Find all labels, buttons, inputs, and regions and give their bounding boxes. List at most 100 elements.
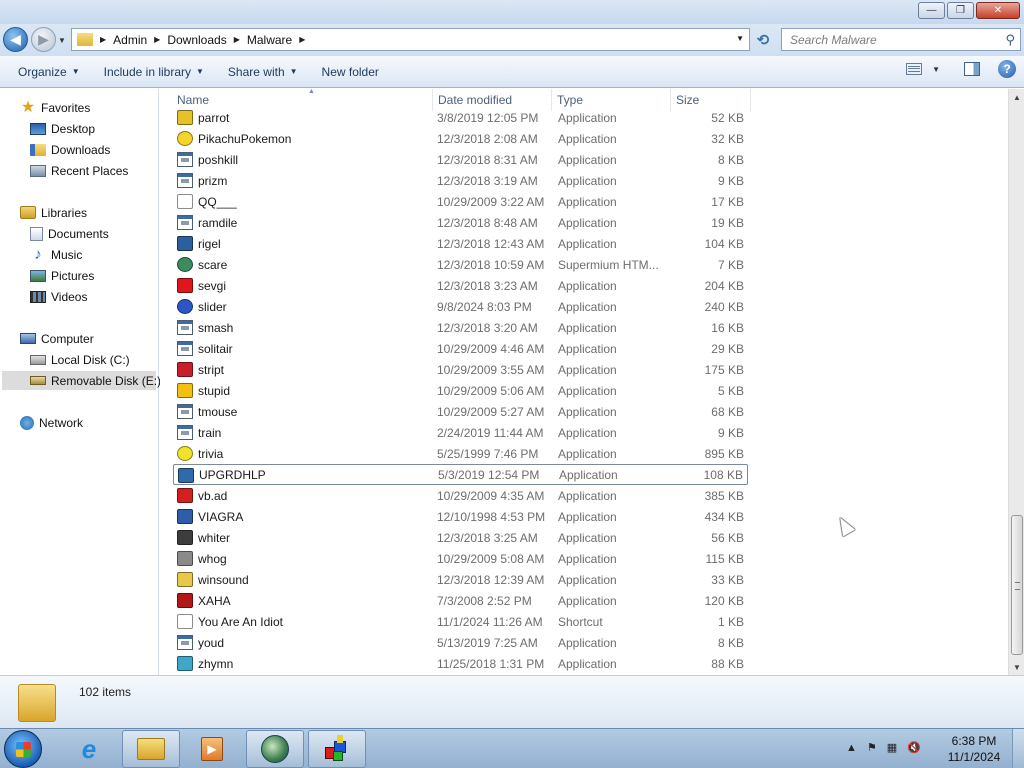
file-row[interactable]: whog 10/29/2009 5:08 AM Application 115 KB: [173, 548, 748, 569]
change-view-icon[interactable]: [906, 63, 923, 75]
nav-desktop[interactable]: Desktop: [30, 119, 95, 138]
taskbar-app[interactable]: [308, 730, 366, 768]
app-icon: [177, 320, 193, 335]
action-center-flag-icon[interactable]: ⚑: [867, 741, 877, 754]
file-size: 104 KB: [704, 236, 744, 251]
new-folder-button[interactable]: New folder: [314, 60, 387, 84]
taskbar-browser[interactable]: [246, 730, 304, 768]
file-name: zhymn: [198, 656, 234, 671]
address-dropdown[interactable]: ▼: [736, 34, 744, 43]
nav-videos[interactable]: Videos: [30, 287, 87, 306]
nav-removable-disk[interactable]: Removable Disk (E:): [2, 371, 161, 390]
file-date-modified: 2/24/2019 11:44 AM: [437, 425, 544, 440]
organize-button[interactable]: Organize ▼: [10, 60, 88, 84]
file-row[interactable]: QQ___ 10/29/2009 3:22 AM Application 17 KB: [173, 191, 748, 212]
nav-local-disk[interactable]: Local Disk (C:): [30, 350, 130, 369]
nav-libraries[interactable]: Libraries: [20, 203, 87, 222]
file-size: 108 KB: [703, 467, 743, 482]
network-status-icon[interactable]: ▦: [887, 741, 897, 754]
address-bar[interactable]: ▶ Admin ▶ Downloads ▶ Malware ▶ ▼: [71, 28, 750, 51]
file-row[interactable]: stupid 10/29/2009 5:06 AM Application 5 KB: [173, 380, 748, 401]
file-row[interactable]: trivia 5/25/1999 7:46 PM Application 895 KB: [173, 443, 748, 464]
volume-muted-icon[interactable]: 🔇: [907, 741, 921, 754]
search-box[interactable]: ⚲: [781, 28, 1021, 51]
nav-documents[interactable]: Documents: [30, 224, 109, 243]
file-name: whiter: [198, 530, 231, 545]
file-row[interactable]: solitair 10/29/2009 4:46 AM Application 29 …: [173, 338, 748, 359]
file-type: Application: [558, 278, 617, 293]
downloads-folder-icon: [30, 143, 46, 156]
file-row[interactable]: rigel 12/3/2018 12:43 AM Application 104 KB: [173, 233, 748, 254]
breadcrumb-separator[interactable]: ▶: [234, 35, 240, 44]
file-row[interactable]: parrot 3/8/2019 12:05 PM Application 52 KB: [173, 107, 748, 128]
file-row[interactable]: whiter 12/3/2018 3:25 AM Application 56 KB: [173, 527, 748, 548]
taskbar-windows-explorer[interactable]: [122, 730, 180, 768]
column-header-label: Name: [177, 93, 210, 107]
view-options-dropdown[interactable]: ▼: [932, 65, 940, 74]
clock-date: 11/1/2024: [947, 750, 1001, 764]
file-row[interactable]: XAHA 7/3/2008 2:52 PM Application 120 KB: [173, 590, 748, 611]
breadcrumb-separator[interactable]: ▶: [299, 35, 305, 44]
include-in-library-button[interactable]: Include in library ▼: [96, 60, 212, 84]
taskbar-internet-explorer[interactable]: e: [60, 730, 118, 768]
back-button[interactable]: ◀: [3, 27, 28, 52]
help-icon[interactable]: ?: [998, 60, 1016, 78]
scroll-thumb[interactable]: [1011, 515, 1023, 655]
file-row[interactable]: smash 12/3/2018 3:20 AM Application 16 KB: [173, 317, 748, 338]
file-row[interactable]: vb.ad 10/29/2009 4:35 AM Application 385 KB: [173, 485, 748, 506]
taskbar-media-player[interactable]: ▶: [183, 730, 241, 768]
file-date-modified: 3/8/2019 12:05 PM: [437, 110, 539, 125]
breadcrumb-malware[interactable]: Malware: [247, 33, 292, 47]
app-icon: [177, 152, 193, 167]
breadcrumb-separator[interactable]: ▶: [100, 35, 106, 44]
start-button[interactable]: [4, 730, 42, 768]
breadcrumb-separator[interactable]: ▶: [154, 35, 160, 44]
chevron-down-icon: ▼: [71, 67, 80, 76]
nav-recent-places[interactable]: Recent Places: [30, 161, 128, 180]
minimize-button[interactable]: —: [918, 2, 945, 19]
breadcrumb-downloads[interactable]: Downloads: [167, 33, 226, 47]
clock[interactable]: 6:38 PM 11/1/2024: [938, 733, 1010, 765]
file-row[interactable]: You Are An Idiot 11/1/2024 11:26 AM Shortc…: [173, 611, 748, 632]
nav-computer[interactable]: Computer: [20, 329, 94, 348]
chevron-down-icon: ▼: [289, 67, 298, 76]
forward-button[interactable]: ▶: [31, 27, 56, 52]
file-row[interactable]: PikachuPokemon 12/3/2018 2:08 AM Applicati…: [173, 128, 748, 149]
breadcrumb-admin[interactable]: Admin: [113, 33, 147, 47]
file-row[interactable]: ramdile 12/3/2018 8:48 AM Application 19 KB: [173, 212, 748, 233]
maximize-button[interactable]: ❐: [947, 2, 974, 19]
scroll-up-arrow[interactable]: ▲: [1009, 89, 1024, 105]
close-button[interactable]: ✕: [976, 2, 1020, 19]
file-row[interactable]: train 2/24/2019 11:44 AM Application 9 KB: [173, 422, 748, 443]
file-name: QQ___: [198, 194, 237, 209]
show-hidden-icons-icon[interactable]: ▲: [846, 742, 857, 754]
show-desktop-button[interactable]: [1012, 729, 1024, 768]
nav-downloads[interactable]: Downloads: [30, 140, 110, 159]
file-name: stript: [198, 362, 225, 377]
vertical-scrollbar[interactable]: ▲ ▼: [1008, 89, 1024, 675]
share-with-button[interactable]: Share with ▼: [220, 60, 306, 84]
nav-favorites[interactable]: ★ Favorites: [20, 98, 91, 117]
file-row[interactable]: sevgi 12/3/2018 3:23 AM Application 204 KB: [173, 275, 748, 296]
nav-network[interactable]: Network: [20, 413, 83, 432]
file-row[interactable]: VIAGRA 12/10/1998 4:53 PM Application 434 K…: [173, 506, 748, 527]
file-row[interactable]: tmouse 10/29/2009 5:27 AM Application 68 KB: [173, 401, 748, 422]
file-row[interactable]: stript 10/29/2009 3:55 AM Application 175 K…: [173, 359, 748, 380]
search-input[interactable]: [790, 32, 990, 47]
file-row[interactable]: youd 5/13/2019 7:25 AM Application 8 KB: [173, 632, 748, 653]
recent-pages-dropdown[interactable]: ▼: [58, 36, 66, 45]
file-row[interactable]: prizm 12/3/2018 3:19 AM Application 9 KB: [173, 170, 748, 191]
scroll-down-arrow[interactable]: ▼: [1009, 659, 1024, 675]
nav-music[interactable]: ♪ Music: [30, 245, 82, 264]
preview-pane-icon[interactable]: [964, 62, 980, 76]
file-row[interactable]: slider 9/8/2024 8:03 PM Application 240 KB: [173, 296, 748, 317]
file-row[interactable]: scare 12/3/2018 10:59 AM Supermium HTM... 7…: [173, 254, 748, 275]
file-row[interactable]: winsound 12/3/2018 12:39 AM Application 33 …: [173, 569, 748, 590]
nav-pictures[interactable]: Pictures: [30, 266, 94, 285]
file-row[interactable]: zhymn 11/25/2018 1:31 PM Application 88 KB: [173, 653, 748, 674]
search-icon[interactable]: ⚲: [1005, 32, 1015, 48]
file-row[interactable]: UPGRDHLP 5/3/2019 12:54 PM Application 108 …: [173, 464, 748, 485]
file-row[interactable]: poshkill 12/3/2018 8:31 AM Application 8 KB: [173, 149, 748, 170]
refresh-icon[interactable]: ⟲: [752, 30, 774, 50]
file-size: 175 KB: [704, 362, 744, 377]
